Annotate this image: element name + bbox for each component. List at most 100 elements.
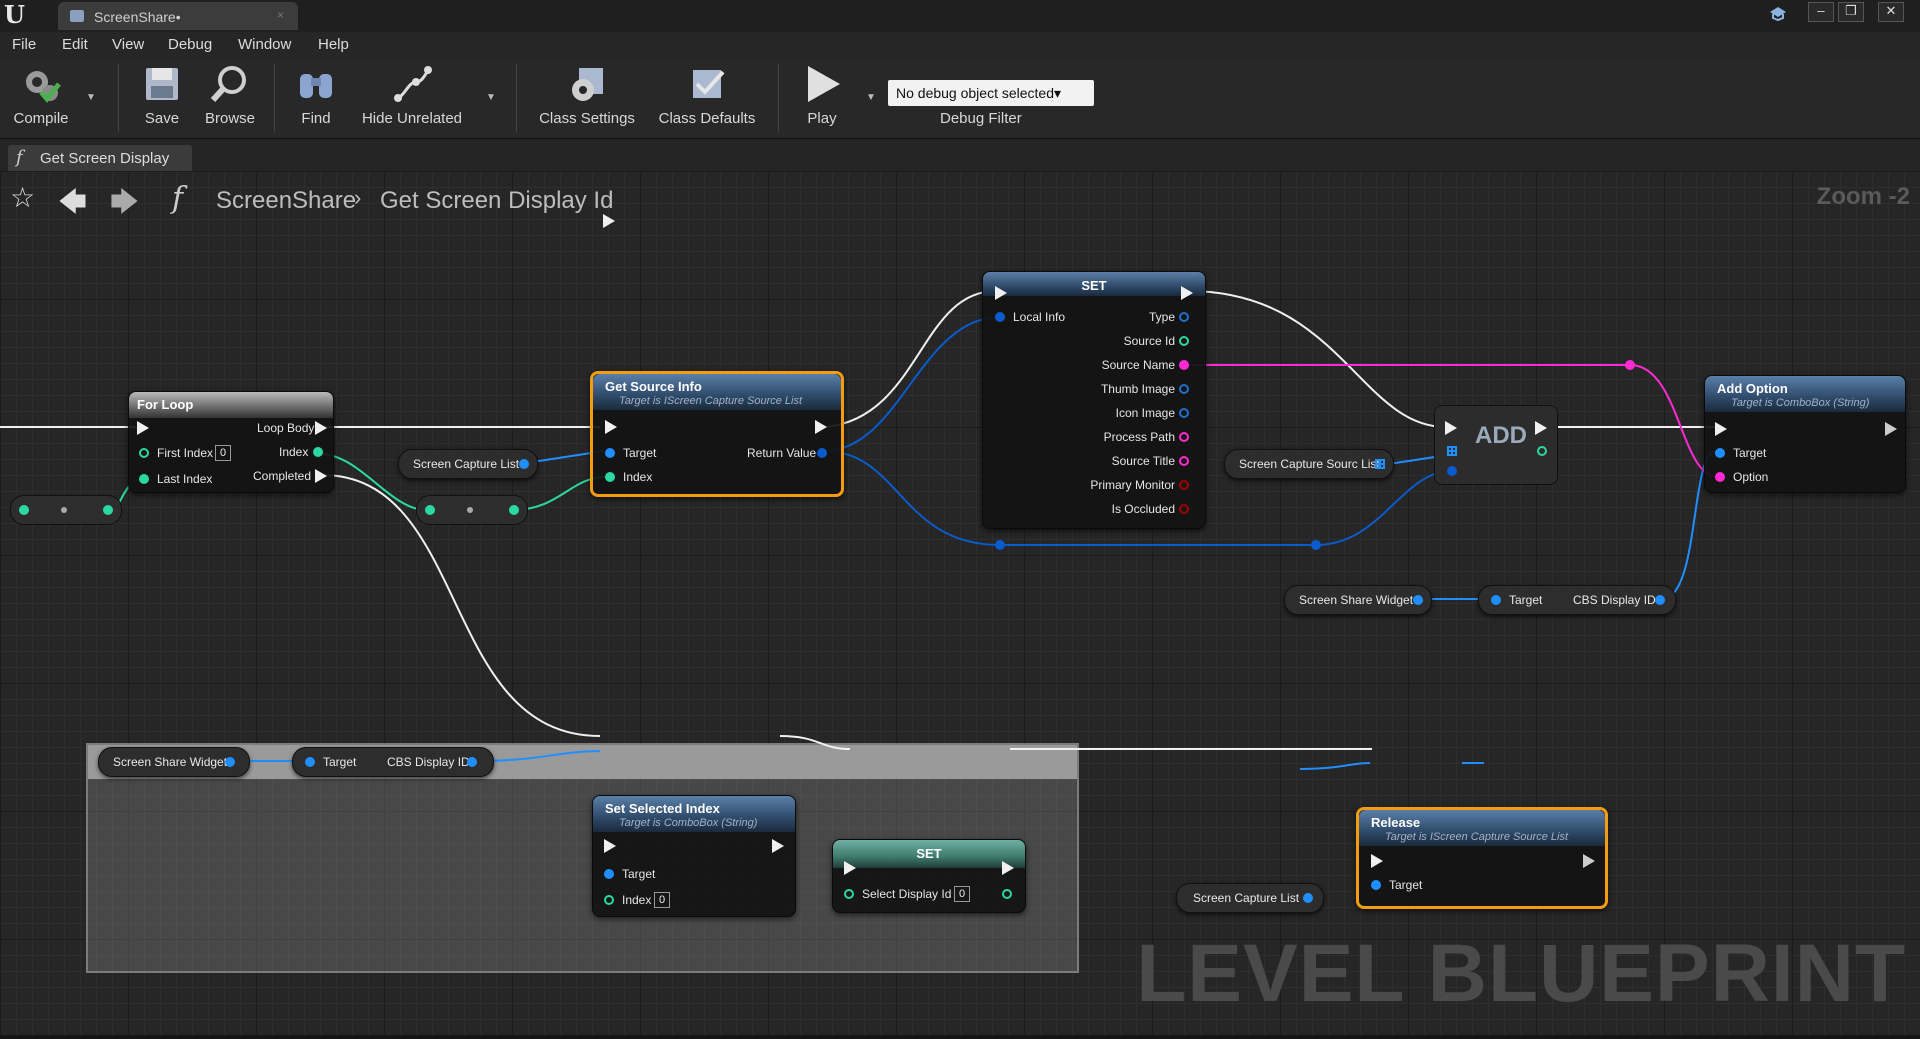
reroute-pin[interactable]: [509, 505, 519, 515]
exec-in-pin[interactable]: [1715, 422, 1727, 436]
reroute-pin[interactable]: [425, 505, 435, 515]
exec-in-pin[interactable]: [603, 214, 615, 228]
icon-image-pin[interactable]: [1179, 408, 1189, 418]
exec-out-pin[interactable]: [1885, 422, 1897, 436]
type-pin[interactable]: [1179, 312, 1189, 322]
index-out-pin[interactable]: [313, 447, 323, 457]
object-pin[interactable]: [519, 459, 529, 469]
graph-tab[interactable]: f Get Screen Display: [8, 145, 192, 171]
array-add-node[interactable]: ADD: [1434, 405, 1558, 485]
source-name-pin[interactable]: [1179, 360, 1189, 370]
exec-in-pin[interactable]: [605, 420, 617, 434]
compile-dropdown-icon[interactable]: ▼: [86, 92, 96, 103]
screen-capture-sourc-list-getter[interactable]: Screen Capture Sourc List: [1224, 449, 1394, 479]
cbs-display-id-getter[interactable]: Target CBS Display ID: [1478, 585, 1676, 615]
menu-edit[interactable]: Edit: [62, 36, 88, 53]
release-node[interactable]: Release Target is IScreen Capture Source…: [1356, 807, 1608, 909]
compile-button[interactable]: Compile: [6, 62, 76, 134]
option-pin[interactable]: [1715, 472, 1725, 482]
option-label: Option: [1733, 470, 1769, 484]
learn-icon[interactable]: [1768, 4, 1788, 22]
class-settings-icon: [572, 68, 603, 101]
first-index-pin[interactable]: [139, 448, 149, 458]
index-pin[interactable]: [605, 472, 615, 482]
restore-button[interactable]: ❐: [1838, 2, 1864, 22]
play-button[interactable]: Play: [792, 62, 852, 134]
unreal-logo-icon: U: [4, 0, 25, 29]
set-select-display-id-node[interactable]: SET: [832, 839, 1026, 913]
screen-share-widget-getter[interactable]: Screen Share Widget: [98, 747, 250, 777]
object-pin[interactable]: [1303, 893, 1313, 903]
array-pin-icon[interactable]: [1375, 459, 1385, 469]
menu-view[interactable]: View: [112, 36, 144, 53]
reroute-node[interactable]: [10, 495, 122, 525]
index-out-pin[interactable]: [1537, 446, 1547, 456]
exec-in-pin[interactable]: [1371, 854, 1383, 868]
menu-file[interactable]: File: [12, 36, 36, 53]
exec-in-pin[interactable]: [137, 421, 149, 435]
debug-object-select[interactable]: No debug object selected▾: [888, 80, 1094, 106]
screen-capture-list-getter[interactable]: Screen Capture List: [398, 449, 538, 479]
reroute-node[interactable]: [416, 495, 528, 525]
return-value-pin[interactable]: [817, 448, 827, 458]
target-pin[interactable]: [605, 448, 615, 458]
source-title-pin[interactable]: [1179, 456, 1189, 466]
first-index-value[interactable]: 0: [215, 445, 231, 461]
compile-label: Compile: [13, 110, 69, 127]
object-pin[interactable]: [1655, 595, 1665, 605]
exec-in-pin[interactable]: [995, 286, 1007, 300]
close-window-button[interactable]: ✕: [1878, 2, 1904, 22]
find-button[interactable]: Find: [290, 62, 342, 134]
get-source-info-node[interactable]: Get Source Info Target is IScreen Captur…: [590, 371, 844, 497]
object-pin[interactable]: [467, 757, 477, 767]
exec-in-pin[interactable]: [1445, 421, 1457, 435]
reroute-pin[interactable]: [19, 505, 29, 515]
exec-out-pin[interactable]: [815, 420, 827, 434]
close-tab-icon[interactable]: ×: [277, 8, 284, 22]
exec-out-pin[interactable]: [1583, 854, 1595, 868]
completed-pin[interactable]: [315, 469, 327, 483]
document-tab[interactable]: ScreenShare• ×: [58, 2, 298, 30]
screen-capture-list-getter[interactable]: Screen Capture List: [1176, 883, 1324, 913]
blueprint-graph[interactable]: ☆ 🡄 🡆 f ScreenShare › Get Screen Display…: [0, 171, 1920, 1035]
class-defaults-button[interactable]: Class Defaults: [656, 62, 758, 134]
minimize-button[interactable]: –: [1808, 2, 1834, 22]
release-title: Release: [1371, 815, 1421, 830]
hide-unrelated-dropdown-icon[interactable]: ▼: [486, 92, 496, 103]
hide-unrelated-button[interactable]: Hide Unrelated: [358, 62, 466, 134]
cbs-display-id-getter[interactable]: Target CBS Display ID: [292, 747, 494, 777]
menu-window[interactable]: Window: [238, 36, 291, 53]
set-selected-index-node[interactable]: Set Selected Index Target is ComboBox (S…: [592, 214, 796, 917]
object-pin[interactable]: [225, 757, 235, 767]
exec-out-pin[interactable]: [1535, 421, 1547, 435]
target-pin[interactable]: [1715, 448, 1725, 458]
primary-monitor-pin[interactable]: [1179, 480, 1189, 490]
menu-help[interactable]: Help: [318, 36, 349, 53]
screen-share-widget-getter[interactable]: Screen Share Widget: [1284, 585, 1432, 615]
thumb-image-pin[interactable]: [1179, 384, 1189, 394]
browse-button[interactable]: Browse: [200, 62, 260, 134]
set-local-info-node[interactable]: SET Local Info Type Source Id Source Nam…: [982, 271, 1206, 529]
object-pin[interactable]: [1413, 595, 1423, 605]
local-info-pin[interactable]: [995, 312, 1005, 322]
play-dropdown-icon[interactable]: ▼: [866, 92, 876, 103]
target-pin[interactable]: [1371, 880, 1381, 890]
reroute-dot: [61, 507, 67, 513]
target-pin[interactable]: [305, 757, 315, 767]
is-occluded-pin[interactable]: [1179, 504, 1189, 514]
target-pin[interactable]: [1491, 595, 1501, 605]
loop-body-pin[interactable]: [315, 421, 327, 435]
array-pin-icon[interactable]: [1447, 446, 1457, 456]
item-pin[interactable]: [1447, 466, 1457, 476]
index-label: Index: [623, 470, 653, 484]
add-option-node[interactable]: Add Option Target is ComboBox (String) T…: [1704, 375, 1906, 493]
save-button[interactable]: Save: [136, 62, 188, 134]
reroute-pin[interactable]: [103, 505, 113, 515]
process-path-pin[interactable]: [1179, 432, 1189, 442]
class-settings-button[interactable]: Class Settings: [536, 62, 638, 134]
menu-debug[interactable]: Debug: [168, 36, 212, 53]
source-id-pin[interactable]: [1179, 336, 1189, 346]
exec-out-pin[interactable]: [1181, 286, 1193, 300]
for-loop-node[interactable]: For Loop Loop Body First Index 0 Index L…: [128, 391, 334, 493]
last-index-pin[interactable]: [139, 474, 149, 484]
